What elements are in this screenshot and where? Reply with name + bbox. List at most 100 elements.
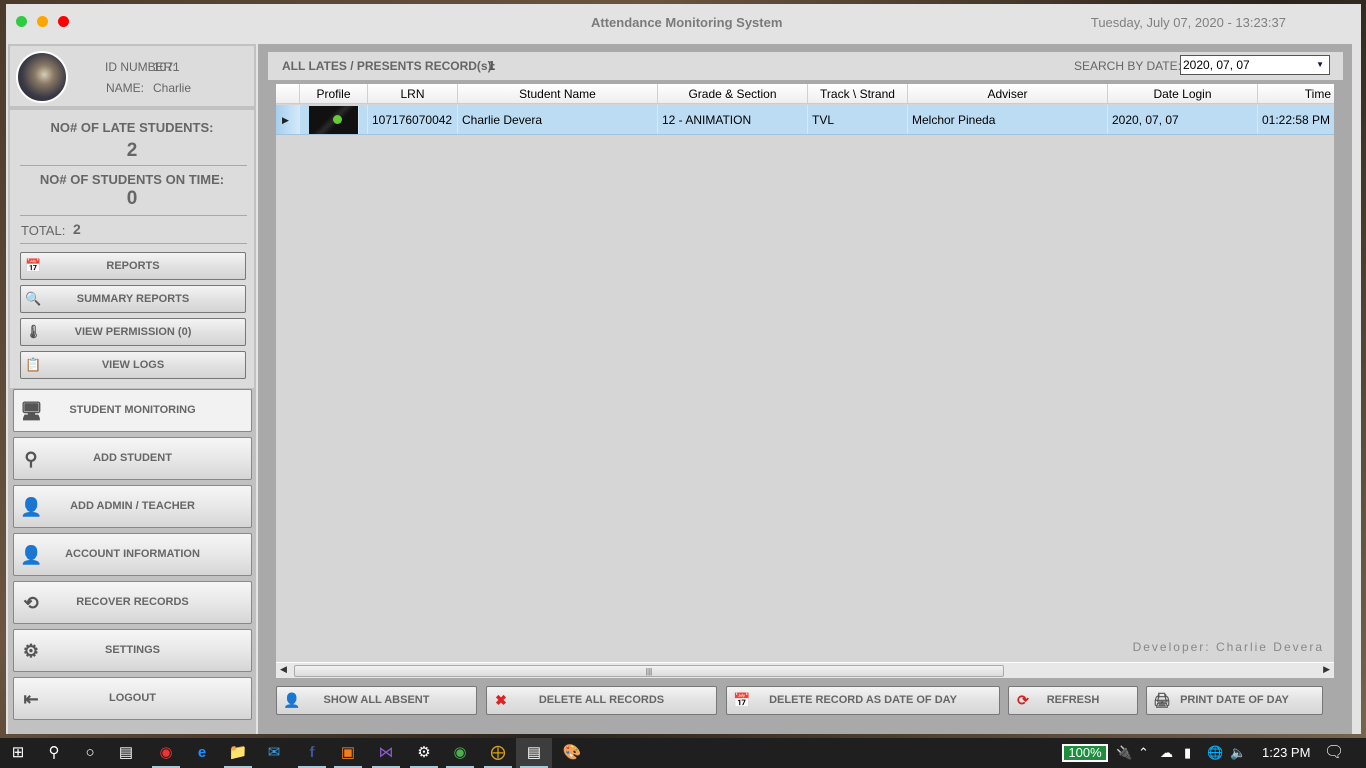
calendar-icon: 📅 xyxy=(25,258,42,273)
target-app-icon[interactable]: ⨁ xyxy=(480,738,516,768)
reports-button-label: REPORTS xyxy=(106,260,160,272)
chevron-up-icon[interactable]: ⌃ xyxy=(1138,738,1149,768)
column-header[interactable]: Profile xyxy=(300,84,368,103)
settings-gear-icon[interactable]: ⚙ xyxy=(406,738,442,768)
battery-icon[interactable]: ▮ xyxy=(1184,738,1191,768)
maximize-button[interactable] xyxy=(16,16,27,27)
attendance-app-taskbar-icon[interactable]: ▤ xyxy=(516,738,552,768)
horizontal-scrollbar[interactable]: ◀ ||| ▶ xyxy=(276,662,1334,678)
nav-add-admin-teacher[interactable]: 👤 ADD ADMIN / TEACHER xyxy=(13,485,252,528)
ontime-students-count: 0 xyxy=(126,188,138,209)
nav-add-student[interactable]: ⚲ ADD STUDENT xyxy=(13,437,252,480)
app-window: Attendance Monitoring System Tuesday, Ju… xyxy=(6,4,1361,734)
notification-center-icon[interactable]: 🗨 xyxy=(1324,738,1344,768)
nav-logout[interactable]: ⇤ LOGOUT xyxy=(13,677,252,720)
date-login-cell: 2020, 07, 07 xyxy=(1108,105,1258,134)
search-date-select[interactable]: 2020, 07, 07 ▼ xyxy=(1180,55,1330,75)
view-permission-button[interactable]: 🌡 VIEW PERMISSION (0) xyxy=(20,318,246,346)
nav-label: RECOVER RECORDS xyxy=(76,596,189,608)
column-header[interactable]: Adviser xyxy=(908,84,1108,103)
late-students-count: 2 xyxy=(126,140,138,161)
xampp-icon[interactable]: ▣ xyxy=(330,738,366,768)
chevron-down-icon[interactable]: ▼ xyxy=(1316,56,1324,74)
table-header: Profile LRN Student Name Grade & Section… xyxy=(276,84,1334,104)
nav-label: LOGOUT xyxy=(108,692,157,704)
power-plug-icon[interactable]: 🔌 xyxy=(1116,738,1132,768)
total-value: 2 xyxy=(73,221,81,237)
ontime-students-label: NO# OF STUDENTS ON TIME: xyxy=(39,172,225,187)
column-header[interactable]: Date Login xyxy=(1108,84,1258,103)
divider xyxy=(20,215,247,216)
column-header[interactable]: Grade & Section xyxy=(658,84,808,103)
search-icon[interactable]: ⚲ xyxy=(36,738,72,768)
nav-settings[interactable]: ⚙ SETTINGS xyxy=(13,629,252,672)
close-button[interactable] xyxy=(58,16,69,27)
gear-icon: ⚙ xyxy=(22,641,40,661)
network-globe-icon[interactable]: 🌐 xyxy=(1207,738,1223,768)
table-row[interactable]: ▶ 107176070042 Charlie Devera 12 - ANIMA… xyxy=(276,105,1334,135)
column-header[interactable]: Time xyxy=(1258,84,1334,103)
show-all-absent-button[interactable]: 👤 SHOW ALL ABSENT xyxy=(276,686,477,715)
facebook-icon[interactable]: f xyxy=(294,738,330,768)
row-header-cell xyxy=(276,84,300,103)
student-name-cell: Charlie Devera xyxy=(458,105,658,134)
magnifier-chart-icon: 🔍 xyxy=(25,291,42,306)
records-table: Profile LRN Student Name Grade & Section… xyxy=(276,84,1334,678)
name-value: Charlie xyxy=(153,81,192,95)
delete-all-records-button[interactable]: ✖ DELETE ALL RECORDS xyxy=(486,686,717,715)
print-date-of-day-button[interactable]: 🖨 PRINT DATE OF DAY xyxy=(1146,686,1323,715)
task-view-icon[interactable]: ▤ xyxy=(108,738,144,768)
nav-student-monitoring[interactable]: 🖥 STUDENT MONITORING xyxy=(13,389,252,432)
file-explorer-icon[interactable]: 📁 xyxy=(220,738,256,768)
column-header[interactable]: Student Name xyxy=(458,84,658,103)
button-label: PRINT DATE OF DAY xyxy=(1180,694,1289,706)
edge-icon[interactable]: e xyxy=(184,738,220,768)
records-count: 1 xyxy=(488,58,496,73)
profile-panel: ID NUMBER: 1071 NAME: Charlie xyxy=(10,46,254,106)
refresh-button[interactable]: ⟳ REFRESH xyxy=(1008,686,1138,715)
taskbar-clock[interactable]: 1:23 PM xyxy=(1262,738,1310,768)
volume-icon[interactable]: 🔈 xyxy=(1230,738,1246,768)
records-header: ALL LATES / PRESENTS RECORD(s): 1 SEARCH… xyxy=(268,52,1343,80)
monitor-icon: 🖥 xyxy=(20,401,43,421)
profile-cell xyxy=(300,105,368,134)
view-permission-button-label: VIEW PERMISSION (0) xyxy=(74,326,192,338)
row-selector-arrow-icon[interactable]: ▶ xyxy=(276,105,300,134)
lrn-cell: 107176070042 xyxy=(368,105,458,134)
search-by-date-label: SEARCH BY DATE: xyxy=(1074,59,1181,73)
nav-recover-records[interactable]: ⟲ RECOVER RECORDS xyxy=(13,581,252,624)
nav-account-information[interactable]: 👤 ACCOUNT INFORMATION xyxy=(13,533,252,576)
sidebar: ID NUMBER: 1071 NAME: Charlie NO# OF LAT… xyxy=(8,44,256,734)
delete-record-date-of-day-button[interactable]: 📅 DELETE RECORD AS DATE OF DAY xyxy=(726,686,1000,715)
scrollbar-thumb[interactable]: ||| xyxy=(294,665,1004,677)
onedrive-icon[interactable]: ☁ xyxy=(1160,738,1173,768)
name-label: NAME: xyxy=(106,81,145,95)
reports-button[interactable]: 📅 REPORTS xyxy=(20,252,246,280)
nav-label: ADD STUDENT xyxy=(93,452,172,464)
paint-icon[interactable]: 🎨 xyxy=(554,738,590,768)
mail-icon[interactable]: ✉ xyxy=(256,738,292,768)
visual-studio-icon[interactable]: ⋈ xyxy=(368,738,404,768)
view-logs-button[interactable]: 📋 VIEW LOGS xyxy=(20,351,246,379)
user-info-icon: 👤 xyxy=(20,545,43,565)
scroll-right-arrow-icon[interactable]: ▶ xyxy=(1323,664,1330,675)
delete-x-icon: ✖ xyxy=(495,692,507,708)
window-title: Attendance Monitoring System xyxy=(591,15,783,30)
column-header[interactable]: Track \ Strand xyxy=(808,84,908,103)
cortana-icon[interactable]: ○ xyxy=(72,738,108,768)
records-label: ALL LATES / PRESENTS RECORD(s): xyxy=(282,59,496,73)
vivaldi-icon[interactable]: ◉ xyxy=(148,738,184,768)
time-cell: 01:22:58 PM xyxy=(1258,105,1334,134)
summary-reports-button[interactable]: 🔍 SUMMARY REPORTS xyxy=(20,285,246,313)
column-header[interactable]: LRN xyxy=(368,84,458,103)
adviser-cell: Melchor Pineda xyxy=(908,105,1108,134)
windows-start-icon[interactable]: ⊞ xyxy=(0,738,36,768)
scroll-left-arrow-icon[interactable]: ◀ xyxy=(280,664,287,675)
battery-percent[interactable]: 100% xyxy=(1062,744,1108,762)
logout-icon: ⇤ xyxy=(23,689,39,709)
grade-section-cell: 12 - ANIMATION xyxy=(658,105,808,134)
search-date-value: 2020, 07, 07 xyxy=(1183,58,1250,72)
total-label: TOTAL: xyxy=(21,223,66,238)
minimize-button[interactable] xyxy=(37,16,48,27)
chrome-icon[interactable]: ◉ xyxy=(442,738,478,768)
